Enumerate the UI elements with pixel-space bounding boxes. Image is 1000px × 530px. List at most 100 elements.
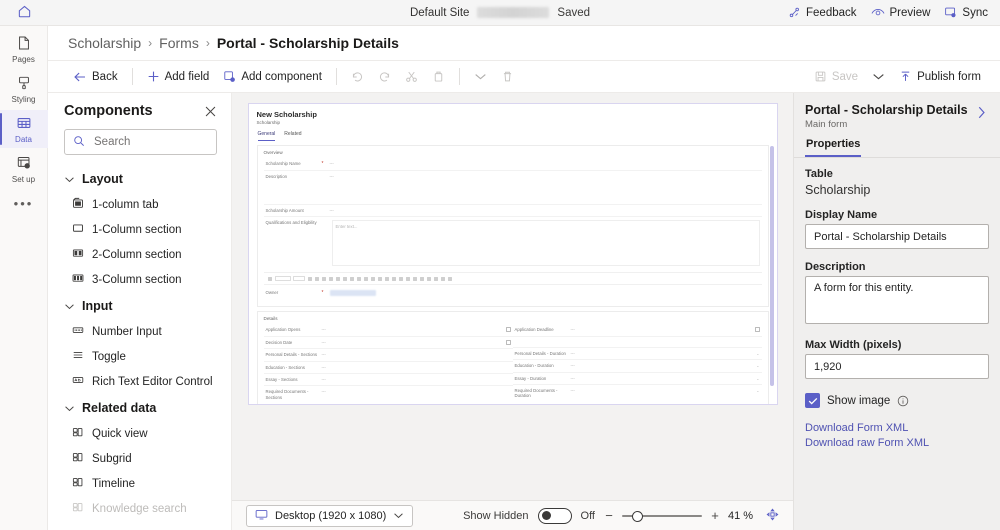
max-width-input[interactable] bbox=[805, 354, 989, 379]
field-label: Required Documents - Duration bbox=[515, 388, 567, 399]
properties-panel: Portal - Scholarship Details Main form P… bbox=[793, 93, 1000, 530]
chevron-down-icon[interactable]: ⌄ bbox=[756, 351, 759, 356]
canvas-vertical-scrollbar[interactable] bbox=[770, 146, 774, 386]
zoom-control: − + 41 % bbox=[604, 508, 779, 524]
sidebar-item-data[interactable]: Data bbox=[0, 110, 48, 148]
chevron-down-icon[interactable]: ⌄ bbox=[756, 363, 759, 368]
component-item-3-column-section[interactable]: 3-Column section bbox=[48, 267, 231, 292]
show-hidden-toggle[interactable] bbox=[538, 508, 572, 524]
group-header-layout[interactable]: Layout bbox=[48, 165, 231, 192]
text-highlight-icon bbox=[329, 277, 334, 282]
component-item-subgrid[interactable]: Subgrid bbox=[48, 446, 231, 471]
show-image-row: Show image bbox=[805, 393, 989, 408]
form-field-description[interactable]: Description --- bbox=[264, 171, 762, 205]
zoom-out-button[interactable]: − bbox=[604, 508, 614, 523]
component-item-toggle[interactable]: Toggle bbox=[48, 344, 231, 369]
breadcrumb-item-forms[interactable]: Forms bbox=[159, 35, 199, 51]
form-field-personal-details-duration[interactable]: Personal Details - Duration --- ⌄ bbox=[513, 348, 762, 360]
chevron-down-icon[interactable]: ⌄ bbox=[756, 376, 759, 381]
display-name-input[interactable] bbox=[805, 224, 989, 249]
form-field-scholarship-amount[interactable]: Scholarship Amount --- bbox=[264, 205, 762, 217]
form-field-application-deadline[interactable]: Application Deadline --- bbox=[513, 324, 762, 336]
feedback-button[interactable]: Feedback bbox=[788, 6, 857, 19]
form-field-essay-duration[interactable]: Essay - Duration --- ⌄ bbox=[513, 373, 762, 385]
sidebar-item-styling[interactable]: Styling bbox=[0, 70, 48, 108]
component-item-rich-text-editor[interactable]: Rich Text Editor Control bbox=[48, 369, 231, 394]
download-form-xml-link[interactable]: Download Form XML bbox=[805, 422, 989, 434]
form-field-qualifications[interactable]: Qualifications and Eligbility Enter text… bbox=[264, 217, 762, 269]
form-field-personal-details-sections[interactable]: Personal Details - Sections --- bbox=[264, 349, 513, 361]
chevron-down-icon[interactable]: ⌄ bbox=[756, 388, 759, 393]
back-button[interactable]: Back bbox=[66, 68, 125, 86]
form-field-decision-date[interactable]: Decision Date --- bbox=[264, 337, 513, 349]
sidebar-label-setup: Set up bbox=[12, 175, 35, 184]
zoom-slider[interactable] bbox=[622, 508, 702, 524]
components-header: Components bbox=[48, 101, 231, 119]
form-field-education-sections[interactable]: Education - Sections --- bbox=[264, 362, 513, 374]
properties-header-text: Portal - Scholarship Details Main form bbox=[805, 103, 968, 130]
tab-properties[interactable]: Properties bbox=[805, 136, 861, 157]
calendar-icon[interactable] bbox=[755, 327, 760, 332]
search-box[interactable] bbox=[64, 129, 217, 155]
form-field-owner[interactable]: Owner * bbox=[264, 285, 762, 300]
sidebar-label-pages: Pages bbox=[12, 55, 35, 64]
fit-to-screen-icon[interactable] bbox=[766, 508, 779, 524]
details-right-column: Application Deadline --- bbox=[513, 324, 762, 403]
field-label: Owner bbox=[266, 290, 318, 295]
form-field-required-documents-sections[interactable]: Required Documents - Sections --- bbox=[264, 386, 513, 403]
zoom-in-button[interactable]: + bbox=[710, 508, 720, 523]
tab-general[interactable]: General bbox=[258, 131, 276, 141]
calendar-icon[interactable] bbox=[506, 340, 511, 345]
sidebar-item-setup[interactable]: Set up bbox=[0, 150, 48, 188]
form-field-scholarship-name[interactable]: Scholarship Name * --- bbox=[264, 158, 762, 171]
publish-form-button[interactable]: Publish form bbox=[892, 67, 988, 86]
component-item-1-column-tab[interactable]: 1-column tab bbox=[48, 192, 231, 217]
search-input[interactable] bbox=[92, 135, 208, 149]
form-field-required-documents-duration[interactable]: Required Documents - Duration --- ⌄ bbox=[513, 385, 762, 402]
download-raw-form-xml-link[interactable]: Download raw Form XML bbox=[805, 437, 989, 449]
components-panel: Components bbox=[48, 93, 232, 530]
add-component-button[interactable]: Add component bbox=[216, 67, 329, 86]
preview-button[interactable]: Preview bbox=[871, 6, 931, 19]
search-icon bbox=[73, 135, 85, 150]
sync-button[interactable]: Sync bbox=[944, 6, 988, 19]
form-field-education-duration[interactable]: Education - Duration --- ⌄ bbox=[513, 360, 762, 372]
form-field-application-opens[interactable]: Application Opens --- bbox=[264, 324, 513, 336]
copy-icon bbox=[432, 70, 445, 83]
breadcrumb-separator: › bbox=[148, 36, 152, 50]
quote-icon bbox=[399, 277, 404, 282]
save-dropdown-button[interactable] bbox=[865, 69, 892, 84]
group-header-input[interactable]: Input bbox=[48, 292, 231, 319]
description-textarea[interactable] bbox=[805, 276, 989, 324]
font-family-select[interactable] bbox=[275, 276, 291, 281]
component-item-timeline[interactable]: Timeline bbox=[48, 471, 231, 496]
breadcrumb-item-scholarship[interactable]: Scholarship bbox=[68, 35, 141, 51]
show-image-checkbox[interactable] bbox=[805, 393, 820, 408]
rich-text-toolbar[interactable] bbox=[264, 272, 762, 285]
form-field-essay-sections[interactable]: Essay - Sections --- bbox=[264, 374, 513, 386]
add-field-button[interactable]: Add field bbox=[140, 67, 217, 86]
info-circle-icon[interactable] bbox=[897, 395, 909, 407]
form-section-overview[interactable]: Overview Scholarship Name * --- Descript… bbox=[257, 145, 769, 307]
form-section-details[interactable]: Details Application Opens --- bbox=[257, 311, 769, 405]
sidebar-item-pages[interactable]: Pages bbox=[0, 30, 48, 68]
calendar-icon[interactable] bbox=[506, 327, 511, 332]
divider bbox=[336, 68, 337, 85]
home-button[interactable] bbox=[0, 0, 48, 26]
rich-text-editor-area[interactable]: Enter text... bbox=[332, 220, 760, 266]
component-item-2-column-section[interactable]: 2-Column section bbox=[48, 242, 231, 267]
component-item-1-column-section[interactable]: 1-Column section bbox=[48, 217, 231, 242]
font-size-select[interactable] bbox=[293, 276, 305, 281]
section-title: Details bbox=[264, 316, 762, 321]
zoom-slider-thumb[interactable] bbox=[632, 511, 643, 522]
device-size-select[interactable]: Desktop (1920 x 1080) bbox=[246, 505, 413, 527]
group-header-related-data[interactable]: Related data bbox=[48, 394, 231, 421]
component-item-number-input[interactable]: Number Input bbox=[48, 319, 231, 344]
sidebar-more-button[interactable]: ••• bbox=[0, 190, 48, 216]
component-item-quick-view[interactable]: Quick view bbox=[48, 421, 231, 446]
form-preview-card[interactable]: New Scholarship Scholarship General Rela… bbox=[248, 103, 778, 405]
close-icon[interactable] bbox=[204, 105, 217, 118]
tab-related[interactable]: Related bbox=[284, 131, 301, 141]
chevron-right-icon[interactable] bbox=[975, 103, 988, 120]
main-column: Scholarship › Forms › Portal - Scholarsh… bbox=[48, 26, 1000, 530]
